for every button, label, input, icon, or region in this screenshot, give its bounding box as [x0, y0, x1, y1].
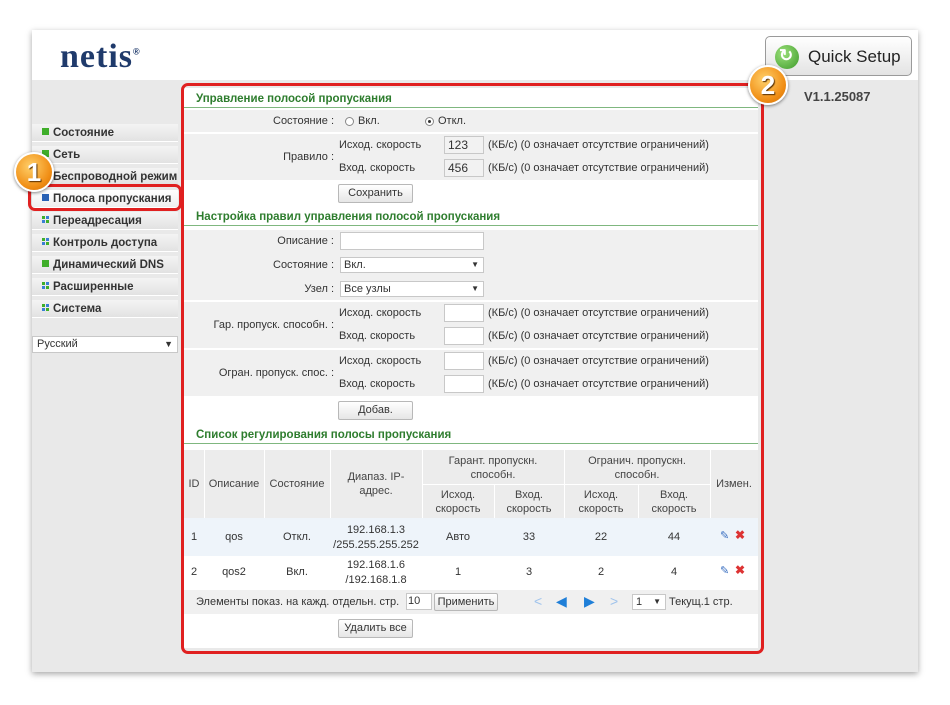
system-icon [42, 304, 49, 311]
sidebar-item-advanced[interactable]: Расширенные [32, 278, 178, 296]
quick-setup-button[interactable]: Quick Setup [765, 36, 912, 76]
chevron-down-icon: ▼ [164, 339, 173, 349]
firmware-version: V1.1.25087 [804, 89, 871, 104]
sidebar-item-system[interactable]: Система [32, 300, 178, 318]
sidebar-item-access-control[interactable]: Контроль доступа [32, 234, 178, 252]
header: netis® Quick Setup [32, 30, 918, 80]
callout-highlight-content [181, 83, 764, 654]
ddns-icon [42, 260, 49, 267]
callout-highlight-sidebar [28, 184, 182, 211]
netis-logo: netis® [60, 38, 141, 75]
sidebar-item-forwarding[interactable]: Переадресация [32, 212, 178, 230]
language-select[interactable]: Русский ▼ [32, 336, 178, 353]
advanced-icon [42, 282, 49, 289]
status-icon [42, 128, 49, 135]
callout-badge-2: 2 [748, 65, 788, 105]
sidebar-item-ddns[interactable]: Динамический DNS [32, 256, 178, 274]
sidebar-item-network[interactable]: Сеть [32, 146, 178, 164]
access-control-icon [42, 238, 49, 245]
sidebar-item-status[interactable]: Состояние [32, 124, 178, 142]
refresh-icon [775, 45, 799, 69]
forwarding-icon [42, 216, 49, 223]
callout-badge-1: 1 [14, 152, 54, 192]
quick-setup-label: Quick Setup [808, 47, 901, 66]
